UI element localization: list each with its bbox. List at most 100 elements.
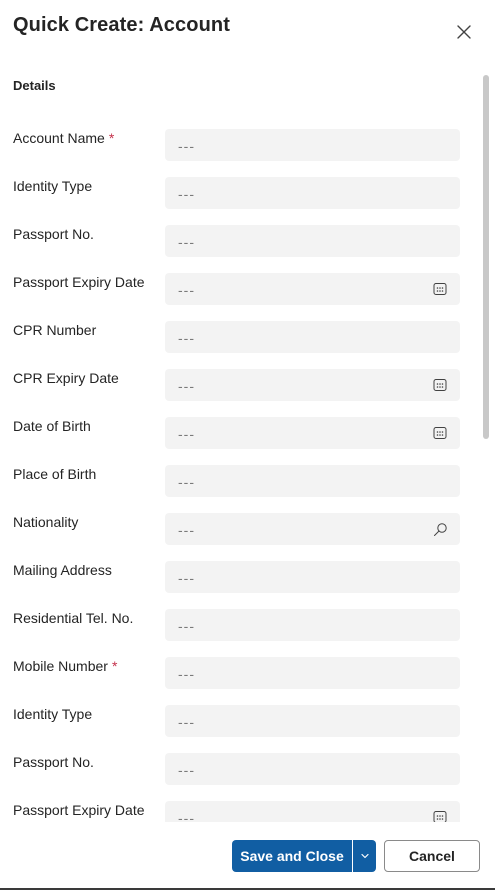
field-label: Nationality bbox=[13, 514, 78, 530]
field-row-passport-expiry-date: Passport Expiry Date --- bbox=[0, 801, 480, 822]
field-label-text: Mobile Number bbox=[13, 658, 108, 674]
passport-expiry-date-input[interactable]: --- bbox=[165, 801, 460, 822]
calendar-icon bbox=[433, 427, 447, 439]
field-label-text: Identity Type bbox=[13, 706, 93, 722]
cpr-number-input[interactable]: --- bbox=[165, 321, 460, 353]
field-row-cpr-number: CPR Number --- bbox=[0, 321, 480, 353]
field-placeholder: --- bbox=[178, 474, 195, 490]
nationality-input[interactable]: --- bbox=[165, 513, 460, 545]
field-label: Passport No. bbox=[13, 754, 94, 770]
field-placeholder: --- bbox=[178, 282, 195, 298]
field-placeholder: --- bbox=[178, 810, 195, 822]
date-picker-button[interactable] bbox=[432, 377, 448, 393]
mobile-number-input[interactable]: --- bbox=[165, 657, 460, 689]
field-label: Passport No. bbox=[13, 226, 94, 242]
field-row-passport-expiry-date: Passport Expiry Date --- bbox=[0, 273, 480, 305]
calendar-icon bbox=[433, 283, 447, 295]
field-row-cpr-expiry-date: CPR Expiry Date --- bbox=[0, 369, 480, 401]
field-label-text: Passport No. bbox=[13, 226, 94, 242]
field-label-text: Identity Type bbox=[13, 178, 93, 194]
field-label-text: Mailing Address bbox=[13, 562, 112, 578]
field-label: Identity Type bbox=[13, 706, 92, 722]
field-label: Date of Birth bbox=[13, 418, 91, 434]
field-placeholder: --- bbox=[178, 138, 195, 154]
cancel-button[interactable]: Cancel bbox=[384, 840, 480, 872]
section-title: Details bbox=[13, 78, 56, 93]
field-row-mailing-address: Mailing Address --- bbox=[0, 561, 480, 593]
field-row-nationality: Nationality --- bbox=[0, 513, 480, 545]
field-label: Passport Expiry Date bbox=[13, 802, 145, 818]
scrollbar-thumb[interactable] bbox=[483, 75, 489, 439]
field-label: Identity Type bbox=[13, 178, 92, 194]
field-placeholder: --- bbox=[178, 618, 195, 634]
field-label-text: Nationality bbox=[13, 514, 79, 530]
field-label-text: Residential Tel. No. bbox=[13, 610, 134, 626]
field-label: CPR Expiry Date bbox=[13, 370, 119, 386]
field-row-date-of-birth: Date of Birth --- bbox=[0, 417, 480, 449]
field-label: CPR Number bbox=[13, 322, 96, 338]
field-label: Residential Tel. No. bbox=[13, 610, 133, 626]
close-icon bbox=[457, 25, 471, 39]
field-label-text: Passport Expiry Date bbox=[13, 802, 145, 818]
account-name-input[interactable]: --- bbox=[165, 129, 460, 161]
identity-type-input[interactable]: --- bbox=[165, 177, 460, 209]
field-row-passport-no: Passport No. --- bbox=[0, 753, 480, 785]
field-placeholder: --- bbox=[178, 378, 195, 394]
calendar-icon bbox=[433, 811, 447, 822]
lookup-search-button[interactable] bbox=[432, 521, 448, 537]
save-and-close-button[interactable]: Save and Close bbox=[232, 840, 352, 872]
field-placeholder: --- bbox=[178, 234, 195, 250]
field-row-passport-no: Passport No. --- bbox=[0, 225, 480, 257]
field-label: Mobile Number * bbox=[13, 658, 117, 674]
date-picker-button[interactable] bbox=[432, 425, 448, 441]
date-picker-button[interactable] bbox=[432, 809, 448, 822]
chevron-down-icon bbox=[360, 853, 369, 859]
field-label: Passport Expiry Date bbox=[13, 274, 145, 290]
required-marker: * bbox=[111, 658, 118, 674]
field-placeholder: --- bbox=[178, 570, 195, 586]
field-placeholder: --- bbox=[178, 762, 195, 778]
field-placeholder: --- bbox=[178, 330, 195, 346]
field-row-place-of-birth: Place of Birth --- bbox=[0, 465, 480, 497]
field-placeholder: --- bbox=[178, 426, 195, 442]
field-label-text: CPR Number bbox=[13, 322, 97, 338]
residential-tel-no-input[interactable]: --- bbox=[165, 609, 460, 641]
field-row-identity-type: Identity Type --- bbox=[0, 705, 480, 737]
field-label: Account Name * bbox=[13, 130, 114, 146]
identity-type-input[interactable]: --- bbox=[165, 705, 460, 737]
quick-create-dialog: Quick Create: Account Details Account Na… bbox=[0, 0, 495, 890]
field-placeholder: --- bbox=[178, 666, 195, 682]
field-row-residential-tel-no: Residential Tel. No. --- bbox=[0, 609, 480, 641]
field-row-account-name: Account Name * --- bbox=[0, 129, 480, 161]
close-button[interactable] bbox=[452, 20, 476, 44]
save-button-group: Save and Close bbox=[232, 840, 376, 872]
field-label-text: Passport Expiry Date bbox=[13, 274, 145, 290]
field-label: Mailing Address bbox=[13, 562, 112, 578]
dialog-title: Quick Create: Account bbox=[13, 14, 230, 36]
required-marker: * bbox=[108, 130, 115, 146]
dialog-footer: Save and Close Cancel bbox=[0, 822, 495, 888]
save-options-button[interactable] bbox=[352, 840, 376, 872]
place-of-birth-input[interactable]: --- bbox=[165, 465, 460, 497]
field-label-text: Passport No. bbox=[13, 754, 94, 770]
passport-expiry-date-input[interactable]: --- bbox=[165, 273, 460, 305]
date-picker-button[interactable] bbox=[432, 281, 448, 297]
field-placeholder: --- bbox=[178, 186, 195, 202]
field-row-identity-type: Identity Type --- bbox=[0, 177, 480, 209]
field-label-text: Date of Birth bbox=[13, 418, 91, 434]
search-icon bbox=[433, 522, 447, 536]
passport-no-input[interactable]: --- bbox=[165, 225, 460, 257]
field-placeholder: --- bbox=[178, 522, 195, 538]
cpr-expiry-date-input[interactable]: --- bbox=[165, 369, 460, 401]
form-scroll-area[interactable]: Details Account Name * --- Identity Type ---… bbox=[0, 60, 495, 822]
mailing-address-input[interactable]: --- bbox=[165, 561, 460, 593]
field-label: Place of Birth bbox=[13, 466, 96, 482]
field-label-text: Place of Birth bbox=[13, 466, 97, 482]
field-row-mobile-number: Mobile Number * --- bbox=[0, 657, 480, 689]
calendar-icon bbox=[433, 379, 447, 391]
field-placeholder: --- bbox=[178, 714, 195, 730]
field-label-text: CPR Expiry Date bbox=[13, 370, 119, 386]
passport-no-input[interactable]: --- bbox=[165, 753, 460, 785]
date-of-birth-input[interactable]: --- bbox=[165, 417, 460, 449]
field-label-text: Account Name bbox=[13, 130, 105, 146]
